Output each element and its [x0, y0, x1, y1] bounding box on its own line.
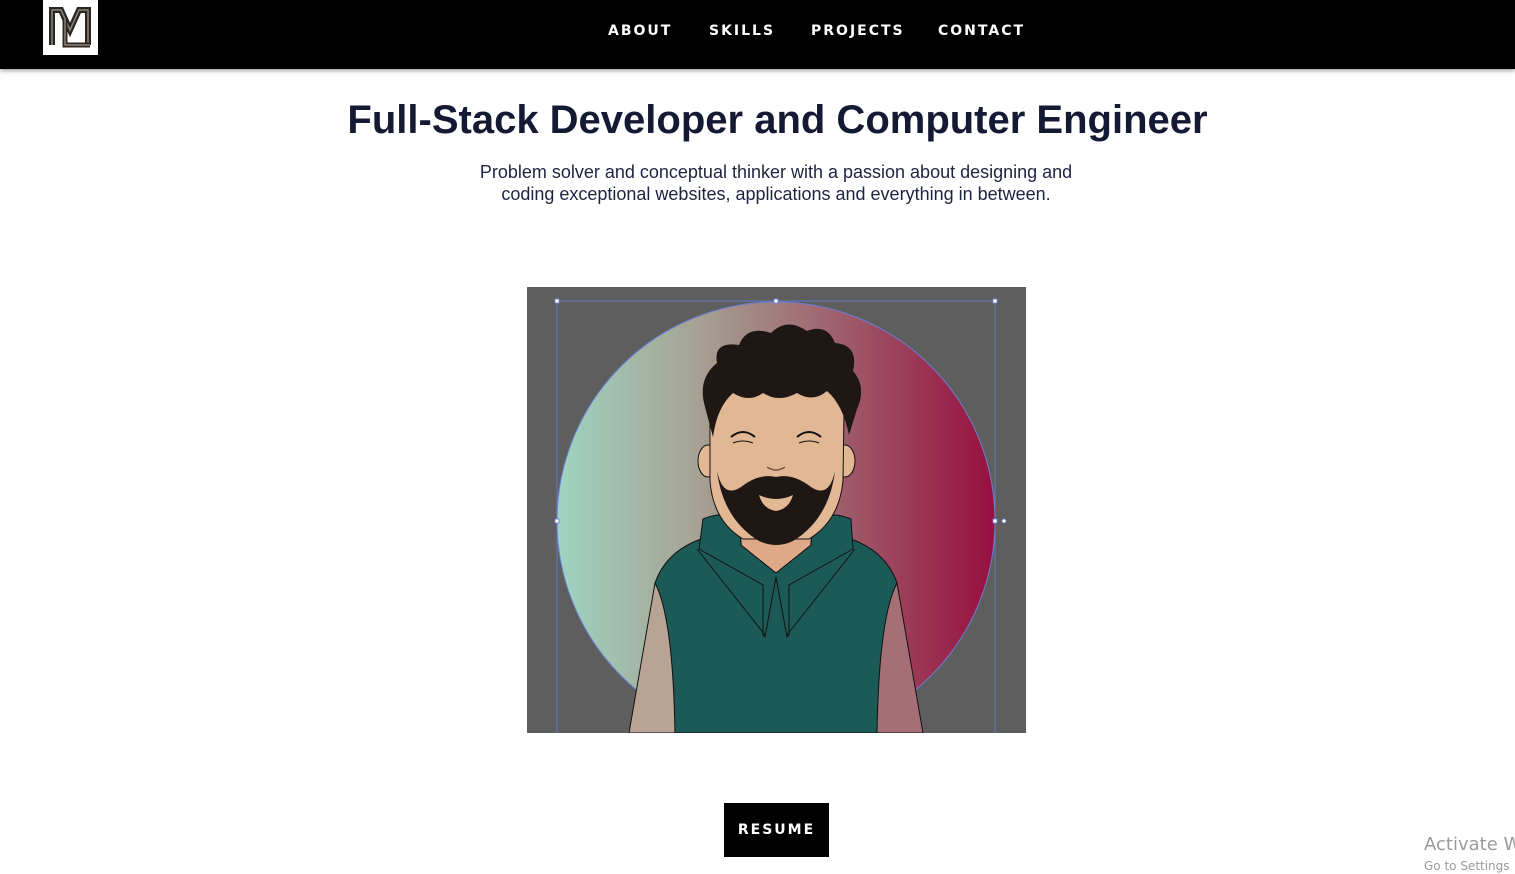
hero-subtitle: Problem solver and conceptual thinker wi…: [448, 161, 1104, 205]
activation-watermark: Activate W Go to Settings: [1424, 834, 1515, 874]
logo[interactable]: [43, 0, 98, 55]
ml-monogram-icon: [43, 0, 98, 55]
watermark-line2: Go to Settings: [1424, 859, 1510, 873]
nav-about-link[interactable]: ABOUT: [608, 21, 672, 41]
hero-subtitle-line2: coding exceptional websites, application…: [501, 184, 1051, 204]
avatar-icon: [527, 287, 1026, 733]
watermark-line1: Activate W: [1424, 834, 1515, 855]
top-navbar: ABOUT SKILLS PROJECTS CONTACT: [0, 0, 1515, 69]
nav-projects-link[interactable]: PROJECTS: [811, 21, 905, 41]
hero-subtitle-line1: Problem solver and conceptual thinker wi…: [479, 162, 1073, 182]
nav-contact-link[interactable]: CONTACT: [938, 21, 1025, 41]
resume-button[interactable]: RESUME: [724, 803, 829, 857]
nav-skills-link[interactable]: SKILLS: [709, 21, 775, 41]
avatar-illustration: [527, 287, 1026, 733]
hero-title: Full-Stack Developer and Computer Engine…: [347, 98, 1208, 142]
